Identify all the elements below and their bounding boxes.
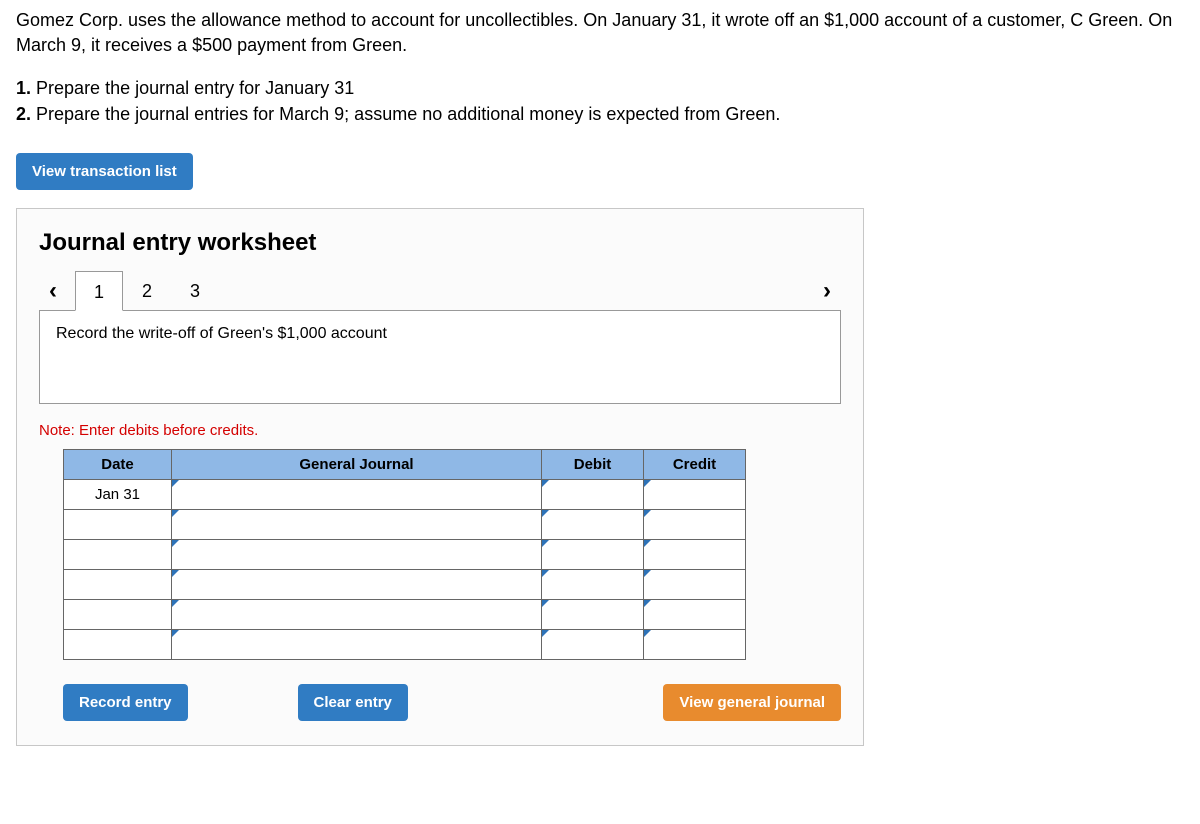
header-general-journal: General Journal [172,449,542,479]
task-text: Prepare the journal entry for January 31 [36,78,354,98]
gj-cell[interactable] [172,569,542,599]
table-row [64,599,746,629]
button-row: Record entry Clear entry View general jo… [63,684,841,721]
debit-cell[interactable] [542,509,644,539]
clear-entry-button[interactable]: Clear entry [298,684,408,721]
dropdown-indicator-icon [644,570,651,577]
table-body: Jan 31 [64,479,746,659]
gj-cell[interactable] [172,509,542,539]
view-transaction-list-button[interactable]: View transaction list [16,153,193,190]
table-row [64,629,746,659]
dropdown-indicator-icon [542,540,549,547]
header-date: Date [64,449,172,479]
table-row [64,569,746,599]
dropdown-indicator-icon [644,540,651,547]
dropdown-indicator-icon [542,600,549,607]
panel-title: Journal entry worksheet [39,229,841,257]
credit-cell[interactable] [644,599,746,629]
debit-cell[interactable] [542,539,644,569]
view-general-journal-button[interactable]: View general journal [663,684,841,721]
table-row [64,539,746,569]
credit-cell[interactable] [644,539,746,569]
task-list: 1. Prepare the journal entry for January… [16,76,1200,126]
dropdown-indicator-icon [644,480,651,487]
date-cell[interactable] [64,509,172,539]
note-text: Note: Enter debits before credits. [39,422,841,439]
gj-cell[interactable] [172,479,542,509]
dropdown-indicator-icon [542,510,549,517]
problem-intro: Gomez Corp. uses the allowance method to… [16,8,1200,58]
task-number: 2. [16,104,31,124]
date-cell[interactable] [64,599,172,629]
chevron-right-icon[interactable]: › [813,277,841,305]
record-entry-button[interactable]: Record entry [63,684,188,721]
dropdown-indicator-icon [644,630,651,637]
gj-cell[interactable] [172,629,542,659]
journal-entry-panel: Journal entry worksheet ‹ 1 2 3 › Record… [16,208,864,746]
dropdown-indicator-icon [172,600,179,607]
header-debit: Debit [542,449,644,479]
instruction-box: Record the write-off of Green's $1,000 a… [39,310,841,404]
date-cell[interactable] [64,539,172,569]
dropdown-indicator-icon [172,630,179,637]
task-number: 1. [16,78,31,98]
dropdown-indicator-icon [542,480,549,487]
credit-cell[interactable] [644,509,746,539]
credit-cell[interactable] [644,479,746,509]
dropdown-indicator-icon [172,540,179,547]
chevron-left-icon[interactable]: ‹ [39,277,67,305]
gj-cell[interactable] [172,599,542,629]
tab-3[interactable]: 3 [171,271,219,311]
table-row [64,509,746,539]
journal-entry-table: Date General Journal Debit Credit Jan 31 [63,449,746,660]
dropdown-indicator-icon [644,600,651,607]
dropdown-indicator-icon [644,510,651,517]
debit-cell[interactable] [542,479,644,509]
task-text: Prepare the journal entries for March 9;… [36,104,780,124]
debit-cell[interactable] [542,569,644,599]
debit-cell[interactable] [542,599,644,629]
dropdown-indicator-icon [172,510,179,517]
tab-2[interactable]: 2 [123,271,171,311]
header-credit: Credit [644,449,746,479]
date-cell[interactable]: Jan 31 [64,479,172,509]
dropdown-indicator-icon [542,630,549,637]
date-cell[interactable] [64,569,172,599]
credit-cell[interactable] [644,569,746,599]
debit-cell[interactable] [542,629,644,659]
credit-cell[interactable] [644,629,746,659]
gj-cell[interactable] [172,539,542,569]
tab-1[interactable]: 1 [75,271,123,311]
dropdown-indicator-icon [172,480,179,487]
dropdown-indicator-icon [542,570,549,577]
tab-row: ‹ 1 2 3 › [39,271,841,311]
table-row: Jan 31 [64,479,746,509]
dropdown-indicator-icon [172,570,179,577]
date-cell[interactable] [64,629,172,659]
